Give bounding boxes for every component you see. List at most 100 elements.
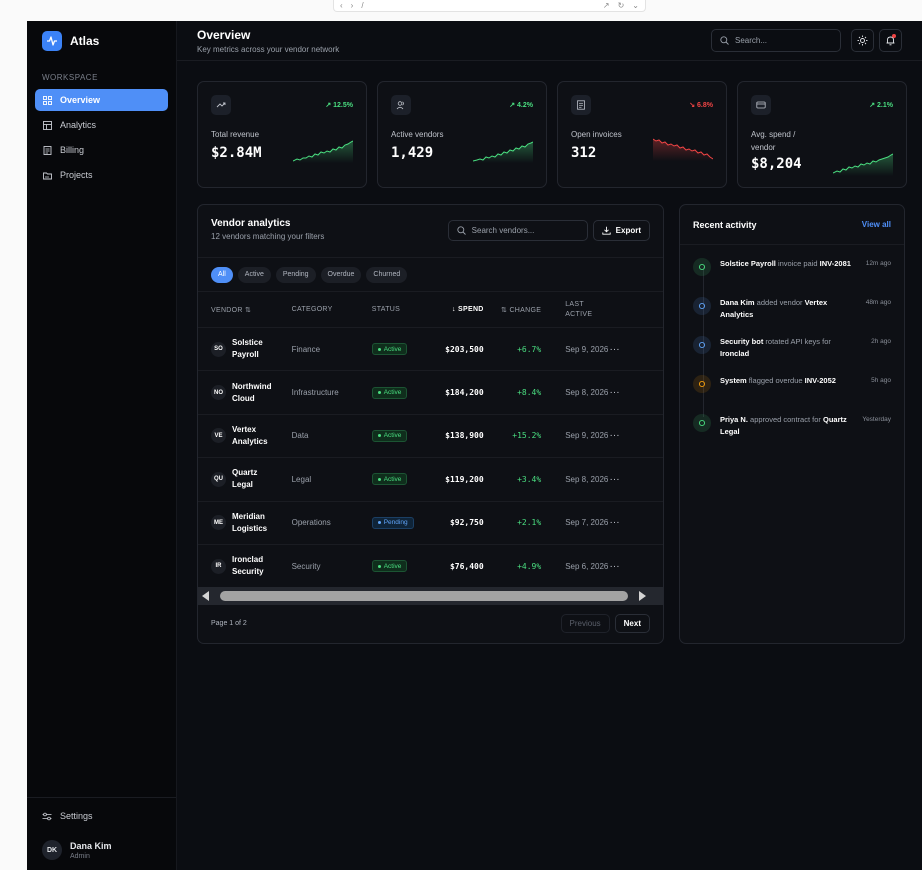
kpi-label: Total revenue [211, 130, 260, 139]
browser-toolbar: ‹ › / ↗ ↻ ⌄ [333, 0, 646, 12]
search-placeholder: Search... [735, 36, 768, 45]
filter-chip-active[interactable]: Active [237, 266, 271, 283]
open-external-icon[interactable]: ↗ [603, 1, 610, 10]
previous-button[interactable]: Previous [560, 613, 610, 633]
status-badge: Active [371, 343, 408, 356]
kpi-delta: ↗ 12.5% [325, 102, 353, 109]
user-name: Dana Kim [70, 840, 112, 851]
vendor-search-input[interactable]: Search vendors... [447, 220, 588, 241]
activity-text: System flagged overdue INV-2052 [720, 376, 836, 385]
scroll-right-icon[interactable] [638, 591, 646, 601]
notifications-button[interactable] [879, 29, 902, 52]
next-button[interactable]: Next [614, 613, 650, 633]
reload-icon[interactable]: ↻ [618, 1, 625, 10]
vendor-change: +6.7% [483, 327, 542, 372]
sidebar-item-analytics[interactable]: Analytics [35, 114, 168, 136]
vendor-category: Infrastructure [291, 370, 369, 415]
row-menu-icon[interactable]: ··· [609, 414, 663, 459]
vendor-analytics-panel: Vendor analytics 12 vendors matching you… [197, 204, 664, 644]
sidebar-item-projects[interactable]: Projects [35, 164, 168, 186]
vendor-avatar: IR [211, 558, 226, 574]
table-row[interactable]: ME Meridian Logistics Operations Pending $92… [198, 501, 663, 545]
row-menu-icon[interactable]: ··· [609, 370, 663, 415]
vendor-change: +8.4% [483, 370, 542, 415]
page-indicator: Page 1 of 2 [211, 619, 247, 627]
vendor-category: Operations [291, 501, 369, 545]
activity-time: 5h ago [871, 377, 891, 384]
filter-chip-pending[interactable]: Pending [275, 266, 316, 283]
vendor-change: +2.1% [483, 501, 542, 545]
vendor-spend: $184,200 [432, 370, 484, 415]
sidebar-item-overview[interactable]: Overview [35, 89, 168, 111]
forward-icon[interactable]: › [351, 1, 354, 10]
scroll-left-icon[interactable] [202, 591, 210, 601]
table-row[interactable]: NO Northwind Cloud Infrastructure Active $18… [198, 370, 663, 415]
column-header-change[interactable]: ⇅ CHANGE [483, 291, 542, 328]
table-row[interactable]: SO Solstice Payroll Finance Active $203,500 +… [198, 327, 663, 372]
kpi-card-vendors[interactable]: ↗ 4.2% Active vendors 1,429 [377, 81, 547, 188]
menu-chevron-icon[interactable]: ⌄ [632, 1, 639, 10]
filter-chip-overdue[interactable]: Overdue [320, 266, 362, 283]
vendor-avatar: VE [211, 428, 226, 444]
back-icon[interactable]: ‹ [340, 1, 343, 10]
vendor-name[interactable]: Northwind Cloud [232, 381, 277, 405]
table-row[interactable]: VE Vertex Analytics Data Active $138,900 +15.… [198, 414, 663, 459]
activity-item[interactable]: Dana Kim added vendor Vertex Analytics 48… [693, 297, 891, 336]
activity-time: 2h ago [871, 338, 891, 345]
vendor-name[interactable]: Solstice Payroll [232, 337, 277, 361]
table-row[interactable]: QU Quartz Legal Legal Active $119,200 +3.4% Se… [198, 457, 663, 502]
vendor-last-active: Sep 9, 2026 [541, 327, 610, 372]
settings-button[interactable]: Settings [27, 798, 176, 834]
status-badge: Active [371, 429, 408, 442]
activity-item[interactable]: Solstice Payroll invoice paid INV-2081 12… [693, 258, 891, 297]
url-text[interactable]: / [361, 1, 363, 10]
search-icon [457, 226, 466, 235]
row-menu-icon[interactable]: ··· [609, 457, 663, 502]
vendor-name[interactable]: Vertex Analytics [232, 424, 277, 448]
activity-header: Recent activity View all [680, 205, 904, 245]
column-header-spend[interactable]: ↓ SPEND [432, 291, 484, 328]
kpi-card-invoices[interactable]: ↘ 6.8% Open invoices 312 [557, 81, 727, 188]
activity-item[interactable]: Priya N. approved contract for Quartz Le… [693, 414, 891, 453]
vendor-avatar: NO [211, 385, 226, 401]
vendor-name[interactable]: Meridian Logistics [232, 511, 277, 535]
vendor-change: +4.9% [483, 544, 542, 589]
row-menu-icon[interactable]: ··· [609, 327, 663, 372]
column-header-vendor[interactable]: VENDOR ⇅ [198, 291, 292, 328]
pulse-logo-icon [42, 31, 62, 51]
status-badge: Active [371, 386, 408, 399]
vendor-name[interactable]: Ironclad Security [232, 554, 277, 578]
column-header-category[interactable]: CATEGORY [291, 291, 369, 328]
filter-chip-churned[interactable]: Churned [366, 266, 408, 283]
vendor-last-active: Sep 8, 2026 [541, 370, 610, 415]
column-header-last-active[interactable]: LAST ACTIVE [541, 291, 610, 328]
activity-item[interactable]: System flagged overdue INV-2052 5h ago [693, 375, 891, 414]
activity-dot-icon [693, 258, 711, 276]
row-menu-icon[interactable]: ··· [609, 501, 663, 545]
sidebar-footer: Settings DK Dana Kim Admin [27, 797, 176, 870]
view-all-link[interactable]: View all [862, 220, 891, 229]
vendor-last-active: Sep 9, 2026 [541, 414, 610, 459]
vendor-table: VENDOR ⇅ CATEGORY STATUS ↓ SPEND ⇅ CHANG… [198, 291, 663, 589]
kpi-label: Active vendors [391, 130, 444, 139]
column-header-status[interactable]: STATUS [368, 291, 433, 328]
theme-toggle-button[interactable] [851, 29, 874, 52]
kpi-card-avg-spend[interactable]: ↗ 2.1% Avg. spend / vendor $8,204 [737, 81, 907, 188]
kpi-card-revenue[interactable]: ↗ 12.5% Total revenue $2.84M [197, 81, 367, 188]
vendor-table-body: SO Solstice Payroll Finance Active $203,500 +… [198, 327, 663, 589]
table-row[interactable]: IR Ironclad Security Security Active $76,400… [198, 544, 663, 589]
scrollbar-thumb[interactable] [220, 591, 628, 601]
sidebar-item-label: Overview [60, 95, 101, 105]
logo[interactable]: Atlas [27, 21, 176, 61]
user-profile[interactable]: DK Dana Kim Admin [27, 834, 176, 870]
search-input[interactable]: Search... [711, 29, 841, 52]
table-icon [43, 120, 52, 130]
export-button[interactable]: Export [592, 220, 650, 241]
sidebar-item-billing[interactable]: Billing [35, 139, 168, 161]
vendor-last-active: Sep 8, 2026 [541, 457, 610, 502]
recent-activity-panel: Recent activity View all Solstice Payrol… [679, 204, 905, 644]
row-menu-icon[interactable]: ··· [609, 544, 663, 589]
vendor-name[interactable]: Quartz Legal [232, 467, 277, 491]
activity-item[interactable]: Security bot rotated API keys for Ironcl… [693, 336, 891, 375]
filter-chip-all[interactable]: All [211, 266, 233, 283]
